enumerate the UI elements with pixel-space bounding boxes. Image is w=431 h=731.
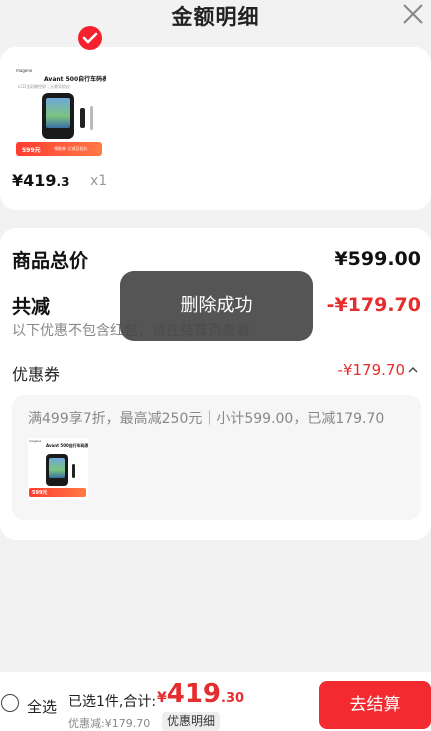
product-name: Avant 500自行车码表 (46, 443, 88, 448)
footer-total-dec: .30 (221, 691, 245, 706)
selected-badge (78, 26, 102, 50)
banner-price: 599元 (32, 490, 48, 496)
discount-detail-button[interactable]: 优惠明细 (162, 712, 221, 731)
close-icon[interactable] (402, 3, 424, 25)
banner-price: 599元 (22, 147, 41, 154)
total-value: ¥599.00 (334, 248, 421, 270)
product-image[interactable]: magene Avant 500自行车码表 LCD全彩触控屏 | 无需导航仪 5… (14, 66, 106, 160)
coupon-description: 满499享7折，最高减250元｜小计599.00，已减179.70 (28, 411, 385, 427)
page-title: 金额明细 (171, 5, 260, 29)
check-icon (82, 32, 98, 44)
item-price-int: ¥419 (12, 171, 57, 190)
product-subtitle: LCD全彩触控屏 | 无需导航仪 (18, 84, 70, 89)
select-all-radio[interactable] (1, 694, 19, 712)
promo-banner: 599元 (29, 488, 86, 497)
device-image (46, 454, 68, 486)
product-brand: magene (16, 68, 33, 73)
coupon-product-image: magene Avant 500自行车码表 599元 (28, 438, 88, 500)
toast-message: 删除成功 (120, 271, 313, 341)
discount-value: -¥179.70 (326, 294, 421, 316)
saved-amount: 优惠减:¥179.70 (68, 717, 151, 730)
footer-total-int: 419 (166, 679, 222, 709)
checkout-button[interactable]: 去结算 (319, 681, 431, 729)
item-price: ¥419.3 (12, 171, 69, 190)
item-quantity: x1 (90, 173, 108, 189)
discount-label: 共减 (12, 296, 51, 318)
total-label: 商品总价 (12, 250, 89, 272)
select-all-label[interactable]: 全选 (27, 696, 57, 717)
coupon-label: 优惠券 (12, 365, 61, 384)
product-brand: magene (29, 439, 42, 443)
device-image (42, 93, 74, 139)
item-price-dec: .3 (56, 175, 70, 189)
currency: ¥ (157, 690, 167, 706)
coupon-detail-box: 满499享7折，最高减250元｜小计599.00，已减179.70 magene… (12, 395, 421, 520)
footer-total: ¥419.30 (157, 679, 244, 709)
promo-banner: 599元 领取券 立减至低价 (16, 142, 102, 156)
header: 金额明细 (0, 0, 431, 40)
selected-summary: 已选1件,合计: (68, 694, 157, 710)
chevron-up-icon[interactable] (408, 365, 418, 375)
checkout-bar: 全选 已选1件,合计: ¥419.30 优惠减:¥179.70 优惠明细 去结算 (0, 672, 431, 731)
banner-text: 领取券 立减至低价 (54, 146, 88, 151)
coupon-value[interactable]: -¥179.70 (338, 361, 405, 379)
product-name: Avant 500自行车码表 (44, 76, 106, 83)
